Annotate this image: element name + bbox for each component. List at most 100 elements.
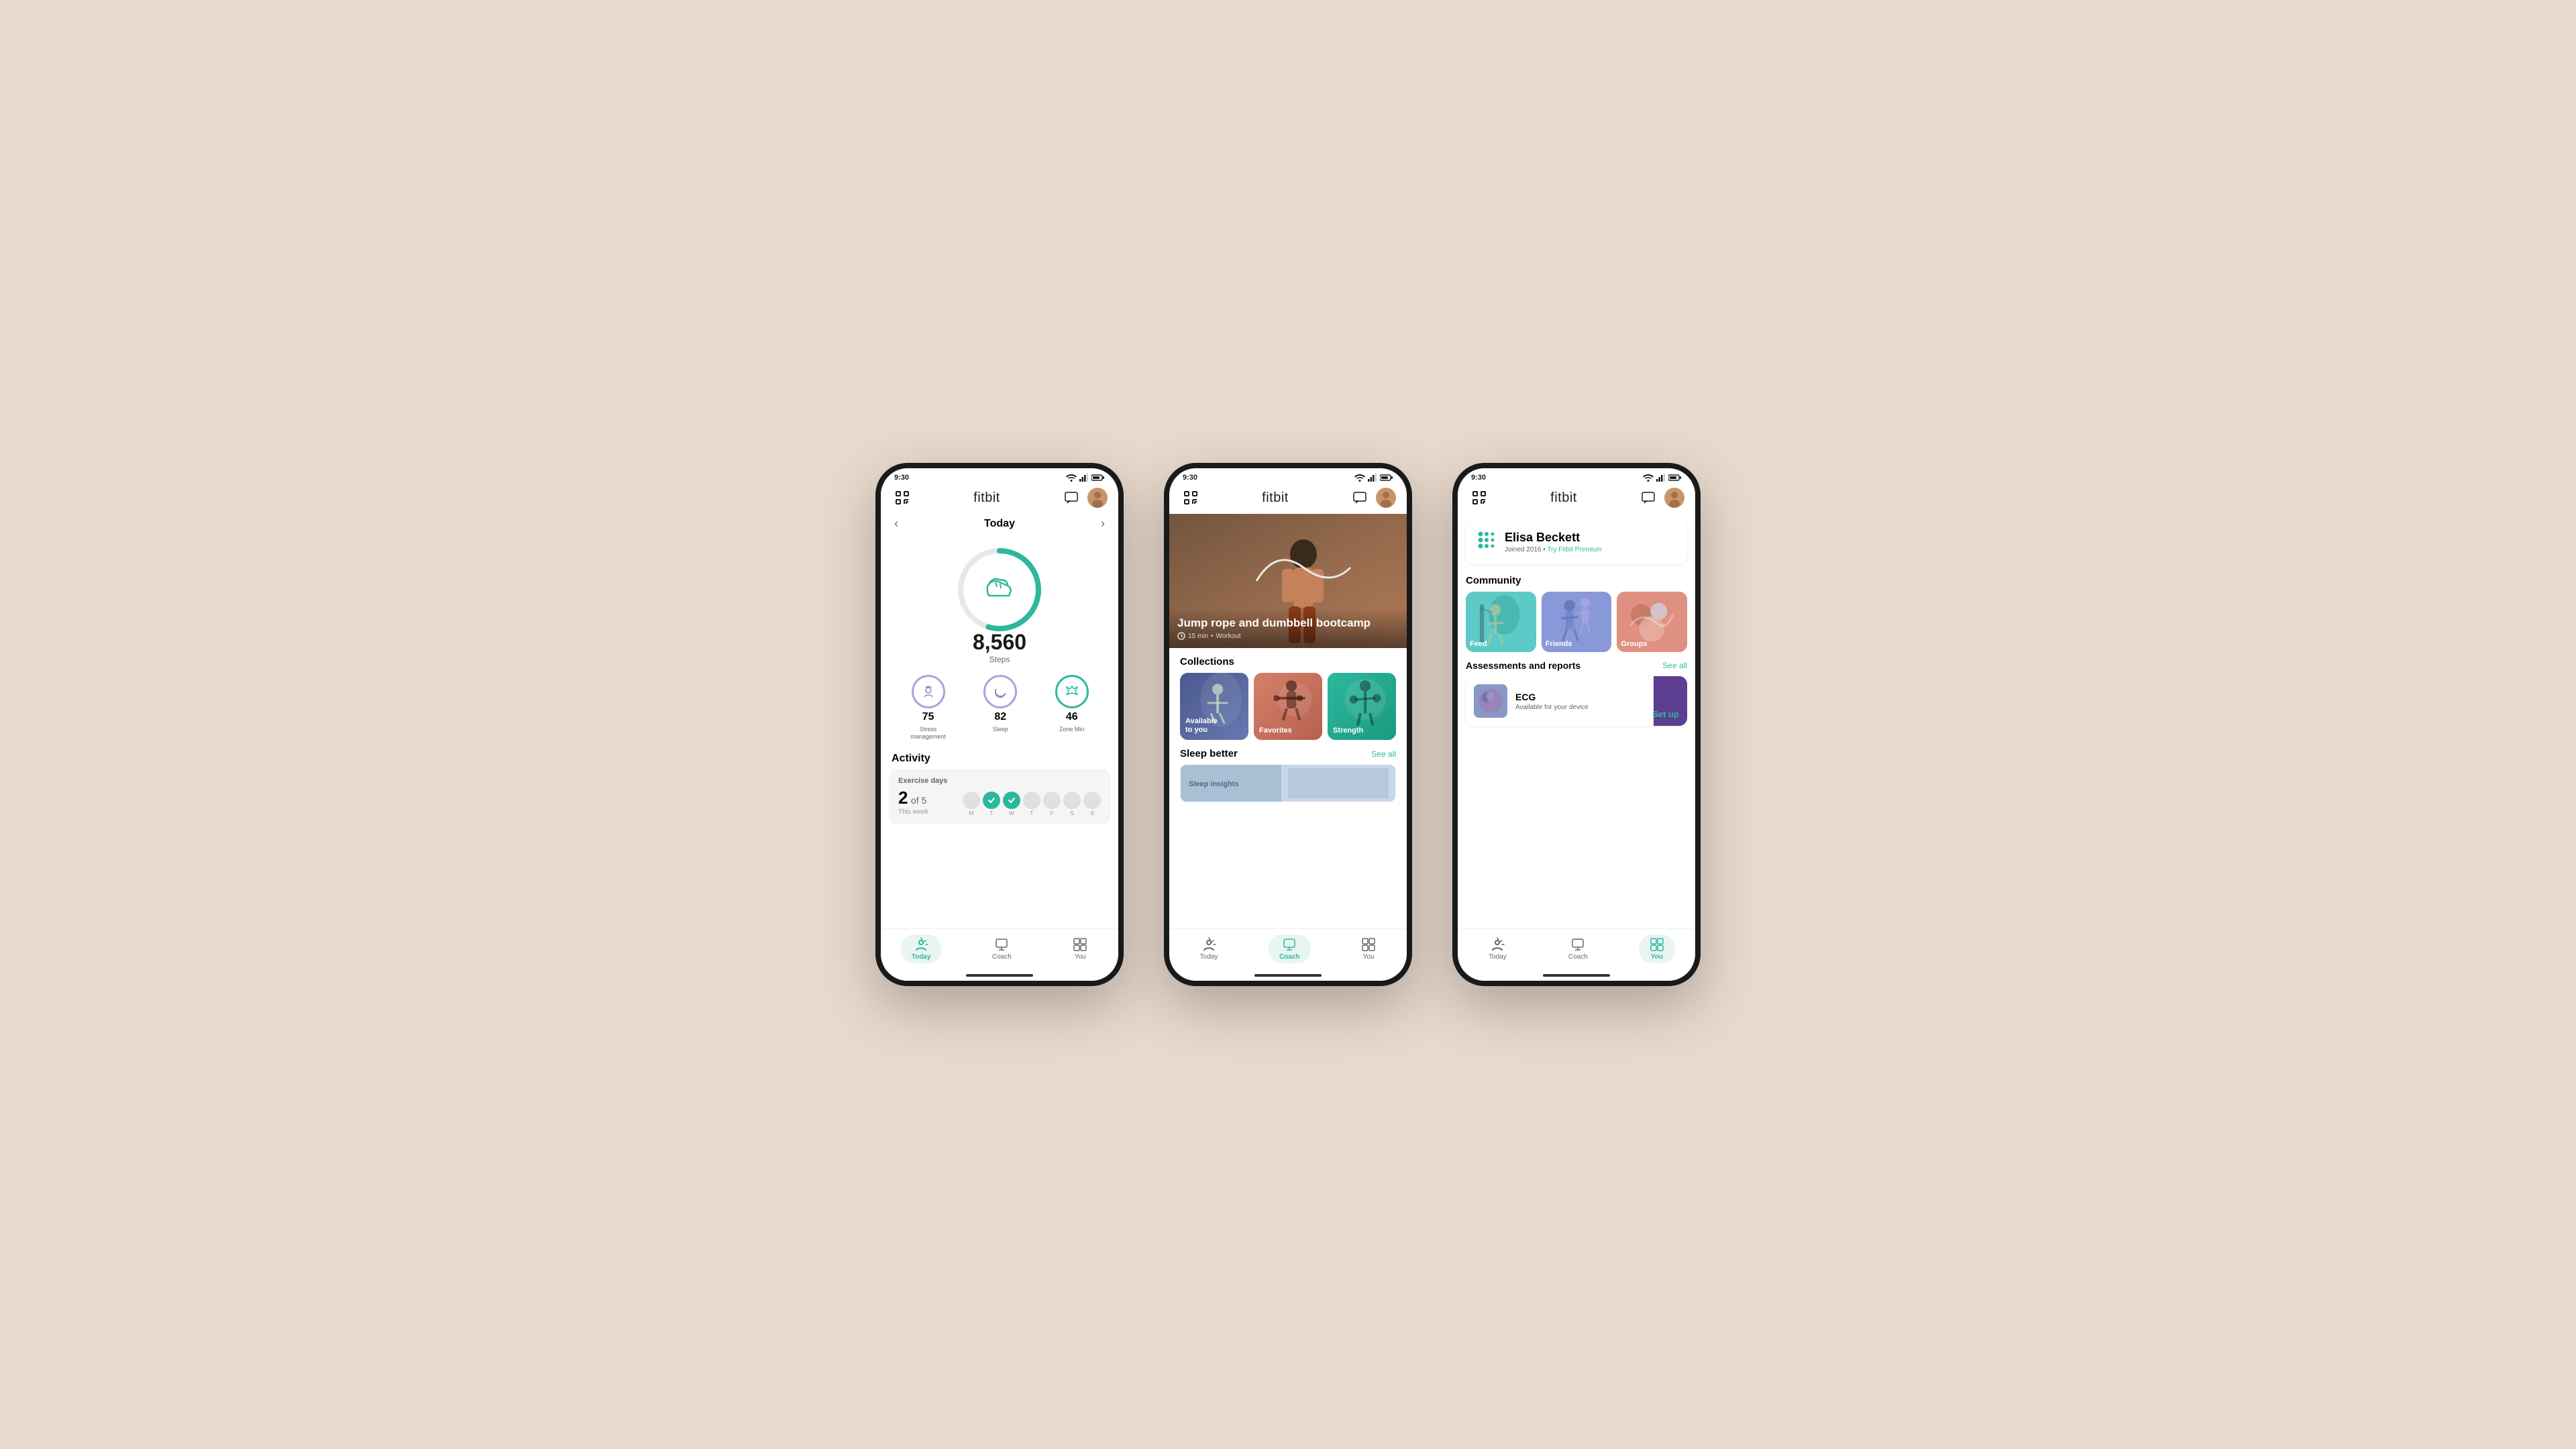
day-label-s2: S <box>1083 810 1101 816</box>
favorites-label: Favorites <box>1259 727 1292 735</box>
nav-you-label-1: You <box>1075 953 1086 961</box>
battery-icon-2 <box>1380 474 1393 482</box>
day-circle-s2 <box>1083 792 1101 809</box>
phone-you: 9:30 <box>1452 463 1701 986</box>
you-nav-icon <box>1073 937 1087 952</box>
sleep-metric: 82 Sleep <box>983 675 1017 741</box>
day-label-t1: T <box>983 810 1000 816</box>
hero-type: Workout <box>1216 633 1241 640</box>
stress-metric: 75 Stressmanagement <box>910 675 946 741</box>
sleep-preview-image: Sleep insights <box>1180 765 1396 802</box>
status-time-2: 9:30 <box>1183 474 1197 482</box>
collections-section: Collections <box>1169 648 1407 745</box>
nav-today-2[interactable]: Today <box>1189 934 1229 963</box>
phone-today: 9:30 <box>875 463 1124 986</box>
hero-workout-image[interactable]: Jump rope and dumbbell bootcamp 15 min •… <box>1169 514 1407 648</box>
collection-strength[interactable]: Strength <box>1328 673 1396 740</box>
nav-today-3[interactable]: Today <box>1478 934 1517 963</box>
feed-label: Feed <box>1470 640 1487 648</box>
coach-icon-3 <box>1570 937 1585 952</box>
you-icon-2 <box>1361 937 1376 952</box>
avatar-1[interactable] <box>1087 488 1108 508</box>
coach-nav-icon <box>994 937 1009 952</box>
battery-icon <box>1091 474 1105 482</box>
current-date: Today <box>984 518 1015 530</box>
scan-icon[interactable] <box>892 487 913 508</box>
nav-you-2[interactable]: You <box>1350 934 1387 963</box>
sleep-header: Sleep better See all <box>1180 748 1396 759</box>
hero-meta: 15 min • Workout <box>1177 632 1399 640</box>
day-circle-m <box>963 792 980 809</box>
fitbit-logo <box>1477 530 1497 550</box>
today-nav-icon <box>914 937 928 952</box>
avatar-3[interactable] <box>1664 488 1684 508</box>
activity-title: Activity <box>889 753 1110 765</box>
premium-link[interactable]: Try Fitbit Premium <box>1547 546 1601 553</box>
sleep-label: Sleep <box>993 726 1008 733</box>
collection-available[interactable]: Availableto you <box>1180 673 1248 740</box>
avatar-2[interactable] <box>1376 488 1396 508</box>
steps-circle <box>953 543 1046 637</box>
nav-coach-2[interactable]: Coach <box>1269 934 1311 963</box>
nav-coach-3[interactable]: Coach <box>1558 934 1599 963</box>
nav-coach-1[interactable]: Coach <box>981 934 1022 963</box>
status-time-3: 9:30 <box>1471 474 1486 482</box>
day-circle-s1 <box>1063 792 1081 809</box>
day-circle-w <box>1003 792 1020 809</box>
community-groups[interactable]: Groups <box>1617 592 1687 652</box>
hero-overlay: Jump rope and dumbbell bootcamp 15 min •… <box>1169 608 1407 648</box>
top-nav: fitbit <box>881 484 1118 514</box>
stress-label: Stressmanagement <box>910 726 946 741</box>
signal-icon <box>1079 474 1089 482</box>
nav-you-3[interactable]: You <box>1639 934 1675 963</box>
day-label-t2: T <box>1023 810 1040 816</box>
zone-metric: 46 Zone Min <box>1055 675 1089 741</box>
phone-screen-today: 9:30 <box>881 468 1118 981</box>
collection-favorites[interactable]: Favorites <box>1254 673 1322 740</box>
day-label-w: W <box>1003 810 1020 816</box>
available-label: Availableto you <box>1185 717 1218 735</box>
groups-label: Groups <box>1621 640 1647 648</box>
status-time: 9:30 <box>894 474 909 482</box>
next-date-btn[interactable]: › <box>1101 517 1105 531</box>
ecg-card: ECG Available for your device Set up <box>1466 676 1687 726</box>
app-title-3: fitbit <box>1550 490 1577 506</box>
community-feed[interactable]: Feed <box>1466 592 1536 652</box>
home-indicator-3 <box>1543 974 1610 977</box>
scan-icon-3[interactable] <box>1468 487 1490 508</box>
signal-icon-3 <box>1656 474 1666 482</box>
ecg-thumbnail <box>1474 684 1507 718</box>
ecg-image <box>1474 684 1507 718</box>
prev-date-btn[interactable]: ‹ <box>894 517 898 531</box>
nav-you-1[interactable]: You <box>1062 934 1098 963</box>
exercise-days-label: Exercise days <box>898 777 1101 785</box>
metrics-row: 75 Stressmanagement 82 Sleep <box>881 667 1118 749</box>
hero-title: Jump rope and dumbbell bootcamp <box>1177 616 1399 630</box>
chat-icon-3[interactable] <box>1638 487 1659 508</box>
scan-icon-2[interactable] <box>1180 487 1201 508</box>
steps-ring: 8,560 Steps <box>881 536 1118 667</box>
battery-icon-3 <box>1668 474 1682 482</box>
today-screen: ‹ Today › <box>881 514 1118 928</box>
coach-screen: Jump rope and dumbbell bootcamp 15 min •… <box>1169 514 1407 928</box>
wifi-icon-2 <box>1354 474 1365 482</box>
exercise-count: 2 <box>898 788 908 808</box>
wifi-icon-3 <box>1643 474 1654 482</box>
sleep-see-all[interactable]: See all <box>1371 749 1396 759</box>
community-friends[interactable]: Friends <box>1542 592 1612 652</box>
nav-coach-label-2: Coach <box>1279 953 1300 961</box>
today-icon-3 <box>1490 937 1505 952</box>
community-grid: Feed <box>1466 592 1687 652</box>
assessments-section: Assessments and reports See all <box>1458 657 1695 729</box>
assessments-see-all[interactable]: See all <box>1662 661 1687 670</box>
chat-icon-2[interactable] <box>1349 487 1371 508</box>
phone-screen-you: 9:30 <box>1458 468 1695 981</box>
nav-today-label-2: Today <box>1200 953 1218 961</box>
day-circle-f <box>1043 792 1061 809</box>
setup-button[interactable]: Set up <box>1652 709 1679 719</box>
sleep-section: Sleep better See all Sleep insights <box>1169 745 1407 802</box>
nav-today-1[interactable]: Today <box>901 934 942 963</box>
friends-label: Friends <box>1546 640 1572 648</box>
chat-icon[interactable] <box>1061 487 1082 508</box>
profile-info: Elisa Beckett Joined 2016 • Try Fitbit P… <box>1505 531 1676 553</box>
